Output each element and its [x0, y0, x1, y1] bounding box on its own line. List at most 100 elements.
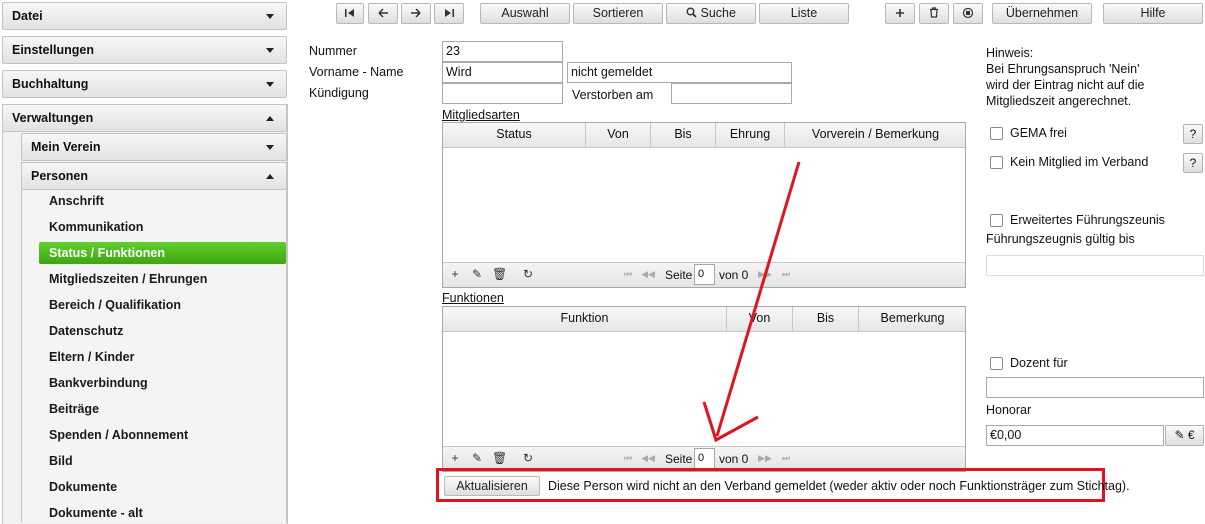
section-label: Verwaltungen: [12, 111, 94, 125]
gema-frei-checkbox[interactable]: [990, 127, 1003, 140]
sidebar-item-beitraege[interactable]: Beiträge: [39, 398, 286, 420]
sidebar-item-dokumente[interactable]: Dokumente: [39, 476, 286, 498]
column-header-ehrung[interactable]: Ehrung: [716, 123, 785, 147]
nummer-field[interactable]: 23: [442, 41, 563, 62]
column-header-status[interactable]: Status: [443, 123, 586, 147]
add-icon: [896, 9, 904, 17]
kuendigung-field[interactable]: [442, 83, 563, 104]
aktualisieren-button[interactable]: Aktualisieren: [444, 476, 540, 496]
first-record-icon: [345, 9, 354, 17]
column-header-von[interactable]: Von: [727, 307, 793, 331]
vorname-field[interactable]: Wird: [442, 62, 563, 83]
sidebar-sub-mein-verein[interactable]: Mein Verein: [21, 133, 287, 161]
prev-page-icon: ◀◀: [641, 453, 655, 463]
kuendigung-label: Kündigung: [309, 86, 369, 100]
last-page-icon: ⏭: [781, 269, 791, 279]
honorar-field[interactable]: €0,00: [986, 425, 1164, 446]
fuehrungszeugnis-checkbox[interactable]: [990, 214, 1003, 227]
first-record-button[interactable]: [336, 3, 364, 24]
chevron-down-icon: [266, 14, 274, 19]
vorname-label: Vorname - Name: [309, 65, 404, 79]
auswahl-button[interactable]: Auswahl: [480, 3, 570, 24]
hilfe-button[interactable]: Hilfe: [1103, 3, 1203, 24]
sidebar-item-anschrift[interactable]: Anschrift: [39, 190, 286, 212]
edit-icon[interactable]: ✎: [470, 267, 484, 281]
column-header-funktion[interactable]: Funktion: [443, 307, 727, 331]
fuehrungszeugnis-gueltig-field[interactable]: [986, 255, 1204, 276]
delete-icon: [930, 7, 938, 18]
edit-icon[interactable]: ✎: [470, 451, 484, 465]
refresh-icon[interactable]: ↻: [521, 267, 535, 281]
funktionen-title[interactable]: Funktionen: [442, 291, 504, 305]
dozent-checkbox[interactable]: [990, 357, 1003, 370]
sidebar-item-dokumente-alt[interactable]: Dokumente - alt: [39, 502, 286, 524]
suche-button[interactable]: Suche: [666, 3, 756, 24]
sidebar-item-status-funktionen[interactable]: Status / Funktionen: [39, 242, 286, 264]
column-header-vorverein[interactable]: Vorverein / Bemerkung: [785, 123, 966, 147]
gema-help-button[interactable]: ?: [1183, 124, 1203, 144]
column-header-bemerkung[interactable]: Bemerkung: [859, 307, 966, 331]
suche-label: Suche: [700, 6, 736, 20]
sidebar-section-datei[interactable]: Datei: [2, 2, 287, 30]
next-page-icon: ▶▶: [758, 269, 772, 279]
sidebar-item-mitgliedszeiten[interactable]: Mitgliedszeiten / Ehrungen: [39, 268, 286, 290]
page-input[interactable]: 0: [694, 264, 715, 285]
prev-record-button[interactable]: [368, 3, 398, 24]
next-record-button[interactable]: [401, 3, 431, 24]
section-label: Datei: [12, 9, 43, 23]
section-label: Buchhaltung: [12, 77, 89, 91]
sidebar-section-verwaltungen[interactable]: Verwaltungen: [2, 104, 287, 132]
search-icon: [686, 7, 697, 18]
euro-icon: €: [1187, 428, 1195, 442]
sub-label: Mein Verein: [31, 140, 101, 154]
page-count: von 0: [719, 452, 749, 466]
chevron-up-icon: [266, 116, 274, 121]
column-header-bis[interactable]: Bis: [793, 307, 859, 331]
next-page-icon: ▶▶: [758, 453, 772, 463]
sidebar-section-buchhaltung[interactable]: Buchhaltung: [2, 70, 287, 98]
page-count: von 0: [719, 268, 749, 282]
add-icon[interactable]: +: [448, 267, 462, 281]
sub-label: Personen: [31, 169, 88, 183]
refresh-icon[interactable]: ↻: [521, 451, 535, 465]
sidebar-item-kommunikation[interactable]: Kommunikation: [39, 216, 286, 238]
grid-header: Status Von Bis Ehrung Vorverein / Bemerk…: [443, 123, 965, 148]
mitgliedsarten-grid: Status Von Bis Ehrung Vorverein / Bemerk…: [442, 122, 966, 288]
sidebar-item-bereich[interactable]: Bereich / Qualifikation: [39, 294, 286, 316]
hinweis-title: Hinweis:: [986, 46, 1034, 60]
page-input[interactable]: 0: [694, 448, 715, 469]
copy-record-button[interactable]: [953, 3, 983, 24]
page-label: Seite: [665, 268, 693, 282]
sortieren-button[interactable]: Sortieren: [573, 3, 663, 24]
sidebar-item-spenden[interactable]: Spenden / Abonnement: [39, 424, 286, 446]
column-header-von[interactable]: Von: [586, 123, 651, 147]
dozent-field[interactable]: [986, 377, 1204, 398]
add-icon[interactable]: +: [448, 451, 462, 465]
nachname-field[interactable]: nicht gemeldet: [567, 62, 792, 83]
verstorben-field[interactable]: [671, 83, 792, 104]
liste-button[interactable]: Liste: [759, 3, 849, 24]
sidebar-item-bankverbindung[interactable]: Bankverbindung: [39, 372, 286, 394]
sidebar-sub-personen[interactable]: Personen: [21, 162, 287, 190]
kein-mitglied-checkbox[interactable]: [990, 156, 1003, 169]
add-record-button[interactable]: [885, 3, 915, 24]
mitgliedsarten-title[interactable]: Mitgliedsarten: [442, 108, 520, 122]
grid-header: Funktion Von Bis Bemerkung: [443, 307, 965, 332]
sidebar-item-bild[interactable]: Bild: [39, 450, 286, 472]
delete-icon[interactable]: 🗑: [492, 267, 507, 281]
delete-icon[interactable]: 🗑: [492, 451, 507, 465]
status-message: Diese Person wird nicht an den Verband g…: [548, 479, 1130, 493]
sidebar-item-datenschutz[interactable]: Datenschutz: [39, 320, 286, 342]
column-header-bis[interactable]: Bis: [651, 123, 716, 147]
edit-icon: ✎: [1174, 428, 1185, 442]
sidebar-section-einstellungen[interactable]: Einstellungen: [2, 36, 287, 64]
dozent-label: Dozent für: [1010, 356, 1068, 370]
last-record-button[interactable]: [434, 3, 464, 24]
delete-record-button[interactable]: [919, 3, 949, 24]
kein-mitglied-help-button[interactable]: ?: [1183, 153, 1203, 173]
chevron-up-icon: [266, 174, 274, 179]
sidebar-item-eltern-kinder[interactable]: Eltern / Kinder: [39, 346, 286, 368]
honorar-edit-button[interactable]: ✎ €: [1165, 425, 1204, 446]
uebernehmen-button[interactable]: Übernehmen: [992, 3, 1092, 24]
kein-mitglied-label: Kein Mitglied im Verband: [1010, 155, 1149, 169]
